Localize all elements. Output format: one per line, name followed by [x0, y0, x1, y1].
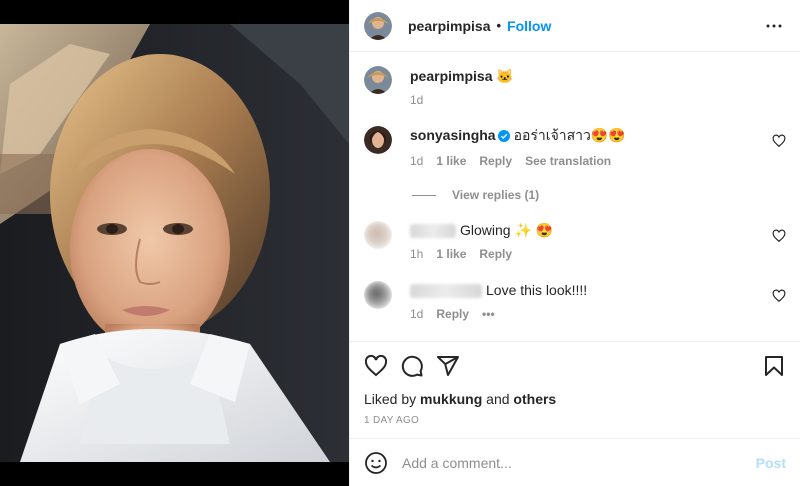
more-options-icon[interactable] — [762, 14, 786, 38]
commenter-username[interactable]: sonyasingha — [410, 127, 496, 143]
comment-input[interactable] — [402, 454, 756, 471]
caption-time[interactable]: 1d — [410, 93, 423, 107]
caption: pearpimpisa 🐱 1d — [364, 66, 786, 107]
hidden-username[interactable] — [410, 224, 456, 239]
comment-likes[interactable]: 1 like — [436, 247, 466, 261]
comment-text: ออร่าเจ้าสาว😍😍 — [513, 127, 626, 143]
comment-time[interactable]: 1h — [410, 247, 423, 261]
heart-icon[interactable] — [364, 354, 388, 378]
liked-by-user[interactable]: mukkung — [420, 391, 482, 407]
post-details: pearpimpisa • Follow pearpimpisa 🐱 1d so… — [349, 0, 800, 486]
post-header: pearpimpisa • Follow — [350, 0, 800, 52]
liked-by: Liked by mukkung and others — [350, 389, 800, 407]
separator-dot: • — [496, 18, 502, 33]
reply-button[interactable]: Reply — [479, 154, 512, 168]
photo-panel — [0, 0, 349, 486]
hidden-username[interactable] — [410, 284, 482, 299]
view-replies-label: View replies (1) — [452, 188, 540, 202]
add-comment-bar: Post — [350, 438, 800, 486]
emoji-icon[interactable] — [364, 451, 388, 475]
action-bar — [350, 341, 800, 389]
share-icon[interactable] — [436, 354, 460, 378]
comment-like-icon[interactable] — [772, 289, 786, 303]
comment-icon[interactable] — [400, 354, 424, 378]
commenter-avatar[interactable] — [364, 281, 392, 309]
reply-button[interactable]: Reply — [436, 307, 469, 321]
comment-options-button[interactable]: ••• — [482, 307, 495, 321]
post-photo[interactable] — [0, 24, 349, 462]
liked-by-and: and — [486, 391, 510, 407]
verified-badge-icon — [497, 128, 510, 146]
reply-button[interactable]: Reply — [479, 247, 512, 261]
comment-time[interactable]: 1d — [410, 154, 423, 168]
comments-list[interactable]: pearpimpisa 🐱 1d sonyasingha ออร่าเจ้าสา… — [350, 52, 800, 341]
commenter-avatar[interactable] — [364, 126, 392, 154]
caption-username[interactable]: pearpimpisa — [410, 68, 492, 84]
caption-avatar[interactable] — [364, 66, 392, 94]
comment: Glowing ✨ 😍 1h 1 like Reply — [364, 221, 786, 261]
bookmark-icon[interactable] — [762, 354, 786, 378]
liked-by-others[interactable]: others — [513, 391, 556, 407]
comment-likes[interactable]: 1 like — [436, 154, 466, 168]
author-avatar[interactable] — [364, 11, 392, 40]
follow-button[interactable]: Follow — [507, 18, 551, 34]
comment-like-icon[interactable] — [772, 229, 786, 243]
comment-text: Glowing ✨ 😍 — [460, 222, 554, 238]
comment: sonyasingha ออร่าเจ้าสาว😍😍 1d 1 like Repl… — [364, 126, 786, 168]
commenter-avatar[interactable] — [364, 221, 392, 249]
post-viewer: pearpimpisa • Follow pearpimpisa 🐱 1d so… — [0, 0, 800, 486]
comment: Love this look!!!! 1d Reply ••• — [364, 281, 786, 321]
comment-like-icon[interactable] — [772, 134, 786, 148]
see-translation-button[interactable]: See translation — [525, 154, 611, 168]
post-button[interactable]: Post — [756, 455, 786, 471]
comment-time[interactable]: 1d — [410, 307, 423, 321]
caption-text: 🐱 — [496, 68, 514, 84]
author-username[interactable]: pearpimpisa — [408, 18, 490, 34]
comment-text: Love this look!!!! — [486, 282, 588, 298]
posted-time[interactable]: 1 DAY AGO — [350, 407, 800, 438]
view-replies-button[interactable]: View replies (1) — [412, 188, 786, 202]
replies-line — [412, 194, 436, 196]
selfie-image — [0, 24, 349, 462]
liked-by-prefix: Liked by — [364, 391, 417, 407]
